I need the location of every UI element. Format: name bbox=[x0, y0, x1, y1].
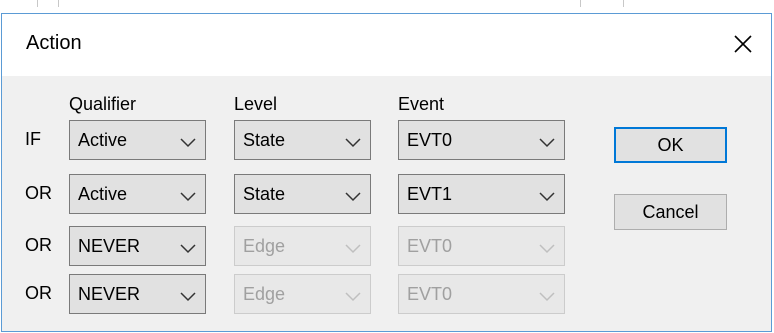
event-dropdown[interactable]: EVT1 bbox=[398, 174, 565, 214]
chevron-down-icon bbox=[539, 241, 555, 254]
chevron-down-icon bbox=[180, 289, 196, 302]
qualifier-dropdown[interactable]: Active bbox=[69, 120, 206, 160]
divider bbox=[580, 0, 581, 7]
background-window-strip bbox=[0, 0, 774, 13]
divider bbox=[58, 0, 59, 7]
ok-button[interactable]: OK bbox=[614, 127, 727, 163]
divider bbox=[623, 0, 624, 7]
chevron-down-icon bbox=[345, 289, 361, 302]
chevron-down-icon bbox=[539, 135, 555, 148]
close-button[interactable] bbox=[729, 30, 757, 58]
level-dropdown[interactable]: State bbox=[234, 174, 371, 214]
logic-label: OR bbox=[25, 183, 52, 203]
event-header: Event bbox=[398, 94, 445, 114]
qualifier-header: Qualifier bbox=[69, 94, 137, 114]
event-value: EVT0 bbox=[407, 130, 453, 150]
level-dropdown[interactable]: State bbox=[234, 120, 371, 160]
chevron-down-icon bbox=[345, 135, 361, 148]
chevron-down-icon bbox=[180, 189, 196, 202]
logic-label: IF bbox=[25, 129, 41, 149]
logic-label: OR bbox=[25, 283, 52, 303]
chevron-down-icon bbox=[180, 241, 196, 254]
title-bar: Action bbox=[2, 14, 771, 76]
qualifier-value: Active bbox=[78, 130, 128, 150]
level-dropdown: Edge bbox=[234, 226, 371, 266]
cancel-button[interactable]: Cancel bbox=[614, 194, 727, 230]
event-value: EVT0 bbox=[407, 236, 453, 256]
event-dropdown: EVT0 bbox=[398, 226, 565, 266]
level-dropdown: Edge bbox=[234, 274, 371, 314]
divider bbox=[37, 0, 38, 7]
chevron-down-icon bbox=[539, 189, 555, 202]
qualifier-dropdown[interactable]: NEVER bbox=[69, 274, 206, 314]
event-value: EVT0 bbox=[407, 284, 453, 304]
event-dropdown: EVT0 bbox=[398, 274, 565, 314]
qualifier-value: NEVER bbox=[78, 284, 141, 304]
event-value: EVT1 bbox=[407, 184, 453, 204]
qualifier-value: Active bbox=[78, 184, 128, 204]
event-dropdown[interactable]: EVT0 bbox=[398, 120, 565, 160]
dialog-title: Action bbox=[26, 32, 82, 54]
level-value: Edge bbox=[243, 236, 286, 256]
logic-label: OR bbox=[25, 235, 52, 255]
action-dialog: Action Qualifier Level Event IF Active Sta… bbox=[1, 13, 772, 332]
chevron-down-icon bbox=[345, 241, 361, 254]
qualifier-dropdown[interactable]: Active bbox=[69, 174, 206, 214]
chevron-down-icon bbox=[539, 289, 555, 302]
level-value: State bbox=[243, 184, 286, 204]
level-value: Edge bbox=[243, 284, 286, 304]
level-value: State bbox=[243, 130, 286, 150]
chevron-down-icon bbox=[180, 135, 196, 148]
level-header: Level bbox=[234, 94, 278, 114]
close-icon bbox=[734, 35, 752, 53]
qualifier-value: NEVER bbox=[78, 236, 141, 256]
chevron-down-icon bbox=[345, 189, 361, 202]
qualifier-dropdown[interactable]: NEVER bbox=[69, 226, 206, 266]
